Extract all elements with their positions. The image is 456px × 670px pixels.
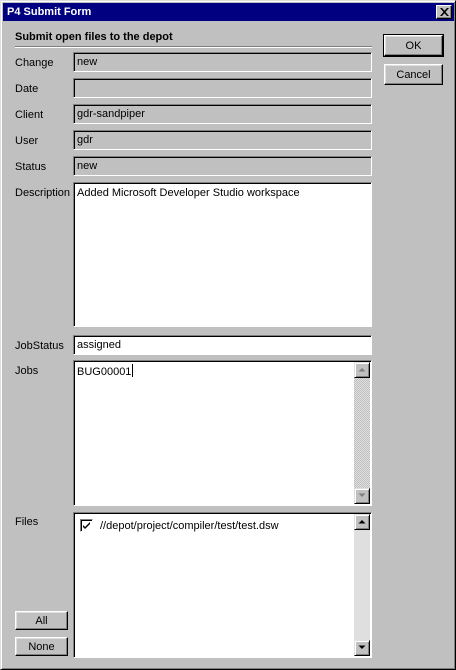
none-button-label: None — [28, 641, 55, 653]
files-scrollbar[interactable] — [354, 514, 370, 656]
description-textarea[interactable]: Added Microsoft Developer Studio workspa… — [73, 182, 372, 327]
user-field: gdr — [73, 130, 372, 150]
check-icon — [83, 522, 90, 529]
heading-divider — [15, 46, 372, 48]
jobs-text: BUG00001 — [77, 366, 132, 378]
cancel-button[interactable]: Cancel — [384, 64, 443, 85]
status-label: Status — [15, 161, 47, 173]
file-checkbox[interactable] — [80, 519, 93, 532]
change-field: new — [73, 52, 372, 72]
close-icon — [440, 8, 449, 16]
select-all-button[interactable]: All — [15, 611, 68, 630]
jobstatus-field[interactable]: assigned — [73, 335, 372, 355]
cancel-button-label: Cancel — [396, 69, 431, 81]
down-arrow-icon — [358, 645, 366, 649]
files-scroll-down-button[interactable] — [354, 640, 370, 656]
files-scroll-up-button[interactable] — [354, 514, 370, 530]
jobs-scrollbar[interactable] — [354, 362, 370, 504]
ok-button[interactable]: OK — [383, 34, 444, 57]
up-arrow-icon — [358, 520, 366, 524]
select-none-button[interactable]: None — [15, 637, 68, 656]
up-arrow-icon — [358, 368, 366, 372]
text-caret — [132, 364, 134, 377]
jobs-label: Jobs — [15, 365, 39, 377]
down-arrow-icon — [358, 493, 366, 497]
date-label: Date — [15, 83, 39, 95]
jobs-textarea[interactable]: BUG00001 — [73, 360, 372, 506]
description-label: Description — [15, 187, 71, 199]
status-field: new — [73, 156, 372, 176]
window-title: P4 Submit Form — [7, 6, 92, 18]
files-label: Files — [15, 516, 39, 528]
submit-form-window: P4 Submit Form Submit open files to the … — [0, 0, 456, 670]
ok-button-label: OK — [405, 40, 422, 52]
jobs-scroll-down-button[interactable] — [354, 488, 370, 504]
all-button-label: All — [35, 615, 48, 627]
client-label: Client — [15, 109, 44, 121]
description-text: Added Microsoft Developer Studio workspa… — [77, 187, 300, 199]
date-field — [73, 78, 372, 98]
close-button[interactable] — [436, 5, 452, 19]
title-bar[interactable]: P4 Submit Form — [3, 3, 454, 21]
jobs-text-line: BUG00001 — [77, 364, 134, 379]
change-label: Change — [15, 57, 54, 69]
jobs-scroll-up-button[interactable] — [354, 362, 370, 378]
files-list[interactable]: //depot/project/compiler/test/test.dsw — [73, 512, 372, 658]
form-heading: Submit open files to the depot — [15, 31, 173, 43]
jobstatus-label: JobStatus — [15, 340, 64, 352]
client-field: gdr-sandpiper — [73, 104, 372, 124]
user-label: User — [15, 135, 39, 147]
file-path: //depot/project/compiler/test/test.dsw — [100, 520, 279, 532]
